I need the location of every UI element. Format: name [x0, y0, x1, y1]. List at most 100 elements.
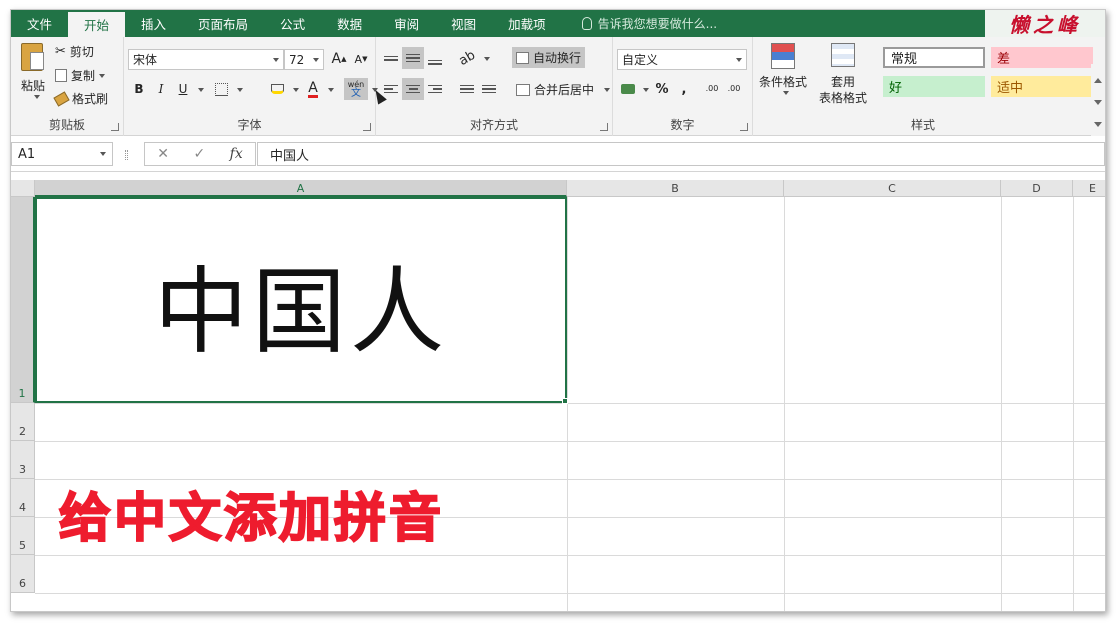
- shrink-font-button[interactable]: A ▼: [350, 48, 372, 70]
- cell-a1[interactable]: 中国人: [35, 197, 567, 403]
- chevron-down-icon[interactable]: [237, 88, 243, 92]
- row-header-4[interactable]: 4: [11, 479, 35, 517]
- decrease-indent-button[interactable]: [456, 78, 478, 100]
- format-table-label-line2: 表格格式: [818, 91, 867, 105]
- row-header-1[interactable]: 1: [11, 197, 35, 403]
- grow-font-button[interactable]: A ▲: [328, 48, 350, 70]
- align-center-button[interactable]: [402, 78, 424, 100]
- cancel-icon[interactable]: ✕: [157, 146, 169, 162]
- name-box[interactable]: A1: [11, 142, 113, 166]
- style-bad[interactable]: 差: [991, 47, 1093, 68]
- copy-button[interactable]: 复制: [55, 67, 106, 84]
- row-header-3[interactable]: 3: [11, 441, 35, 479]
- decrease-decimal-button[interactable]: .00: [723, 78, 745, 100]
- formula-input[interactable]: 中国人: [257, 142, 1105, 166]
- paste-button[interactable]: 粘贴: [17, 43, 49, 105]
- column-header-b[interactable]: B: [567, 180, 784, 197]
- grid-line: [784, 197, 785, 611]
- underline-button[interactable]: U: [172, 78, 194, 100]
- border-icon: [214, 82, 228, 96]
- wrap-text-button[interactable]: 自动换行: [512, 47, 586, 68]
- increase-indent-icon: [482, 84, 496, 94]
- align-left-icon: [384, 84, 398, 94]
- font-color-button[interactable]: A: [302, 78, 324, 100]
- shrink-font-icon: A: [354, 52, 363, 66]
- tab-page-layout[interactable]: 页面布局: [182, 10, 264, 37]
- fill-color-button[interactable]: [266, 78, 288, 100]
- row-header-5[interactable]: 5: [11, 517, 35, 555]
- column-header-a[interactable]: A: [35, 180, 567, 197]
- dialog-launcher-icon[interactable]: [600, 123, 608, 131]
- style-good[interactable]: 好: [883, 76, 985, 97]
- font-name-select[interactable]: 宋体: [128, 49, 284, 70]
- comma-style-button[interactable]: ,: [673, 78, 695, 100]
- increase-indent-button[interactable]: [478, 78, 500, 100]
- dialog-launcher-icon[interactable]: [111, 123, 119, 131]
- tab-insert[interactable]: 插入: [125, 10, 182, 37]
- cut-button[interactable]: ✂ 剪切: [55, 43, 94, 60]
- italic-button[interactable]: I: [150, 78, 172, 100]
- chevron-down-icon[interactable]: [484, 57, 490, 61]
- increase-decimal-button[interactable]: .00: [701, 78, 723, 100]
- merge-center-button[interactable]: 合并后居中: [516, 81, 611, 98]
- font-name-value: 宋体: [133, 53, 158, 67]
- style-neutral[interactable]: 适中: [991, 76, 1093, 97]
- chevron-down-icon[interactable]: [198, 88, 204, 92]
- enter-icon[interactable]: ✓: [193, 146, 205, 162]
- paintbrush-icon: [53, 90, 70, 107]
- select-all-corner[interactable]: [11, 180, 35, 197]
- tell-me-box[interactable]: 告诉我您想要做什么...: [581, 10, 717, 37]
- tab-review[interactable]: 审阅: [378, 10, 435, 37]
- align-top-button[interactable]: [380, 47, 402, 69]
- row-header-6[interactable]: 6: [11, 555, 35, 593]
- conditional-formatting-button[interactable]: 条件格式: [757, 43, 809, 103]
- chevron-down-icon[interactable]: [293, 88, 299, 92]
- bold-button[interactable]: B: [128, 78, 150, 100]
- tab-view[interactable]: 视图: [435, 10, 492, 37]
- fill-handle[interactable]: [562, 398, 568, 404]
- chevron-down-icon[interactable]: [328, 88, 334, 92]
- scroll-up-icon: [1094, 78, 1102, 83]
- name-box-value: A1: [18, 146, 36, 162]
- ribbon-tab-bar: 文件 开始 插入 页面布局 公式 数据 审阅 视图 加载项 告诉我您想要做什么.…: [11, 10, 1105, 37]
- font-size-select[interactable]: 72: [284, 49, 324, 70]
- overlay-caption: 给中文添加拼音: [58, 488, 445, 550]
- number-format-select[interactable]: 自定义: [617, 49, 747, 70]
- accounting-format-button[interactable]: [617, 78, 639, 100]
- tab-formulas[interactable]: 公式: [264, 10, 321, 37]
- format-painter-button[interactable]: 格式刷: [53, 90, 108, 107]
- tab-home[interactable]: 开始: [68, 12, 126, 37]
- align-middle-button[interactable]: [402, 47, 424, 69]
- insert-function-icon[interactable]: fx: [230, 146, 243, 162]
- align-bottom-button[interactable]: [424, 47, 446, 69]
- borders-button[interactable]: [210, 78, 232, 100]
- formula-buttons: ✕ ✓ fx: [144, 142, 256, 166]
- dialog-launcher-icon[interactable]: [363, 123, 371, 131]
- grid-line: [35, 403, 1105, 404]
- formula-bar-grip: [125, 150, 128, 160]
- chevron-down-icon[interactable]: [643, 88, 649, 92]
- row-header-2[interactable]: 2: [11, 403, 35, 441]
- clipboard-group: 粘贴 ✂ 剪切 复制 格式刷 剪贴板: [11, 37, 124, 136]
- orientation-icon: ab: [456, 47, 478, 69]
- tab-data[interactable]: 数据: [321, 10, 378, 37]
- number-format-value: 自定义: [622, 53, 659, 67]
- font-group-label: 字体: [237, 118, 262, 132]
- style-normal[interactable]: 常规: [883, 47, 985, 68]
- percent-button[interactable]: %: [651, 78, 673, 100]
- column-header-c[interactable]: C: [784, 180, 1001, 197]
- align-left-button[interactable]: [380, 78, 402, 100]
- dialog-launcher-icon[interactable]: [740, 123, 748, 131]
- tab-addins[interactable]: 加载项: [492, 10, 562, 37]
- format-as-table-button[interactable]: 套用 表格格式: [813, 43, 873, 109]
- chevron-down-icon: [273, 57, 279, 62]
- chevron-down-icon: [736, 57, 742, 62]
- tab-file[interactable]: 文件: [11, 10, 68, 37]
- lightbulb-icon: [581, 17, 592, 30]
- excel-window: 文件 开始 插入 页面布局 公式 数据 审阅 视图 加载项 告诉我您想要做什么.…: [10, 9, 1106, 612]
- phonetic-guide-button[interactable]: wén 文: [344, 78, 368, 100]
- align-right-button[interactable]: [424, 78, 446, 100]
- column-header-d[interactable]: D: [1001, 180, 1073, 197]
- column-header-e[interactable]: E: [1073, 180, 1105, 197]
- orientation-button[interactable]: ab: [452, 43, 482, 73]
